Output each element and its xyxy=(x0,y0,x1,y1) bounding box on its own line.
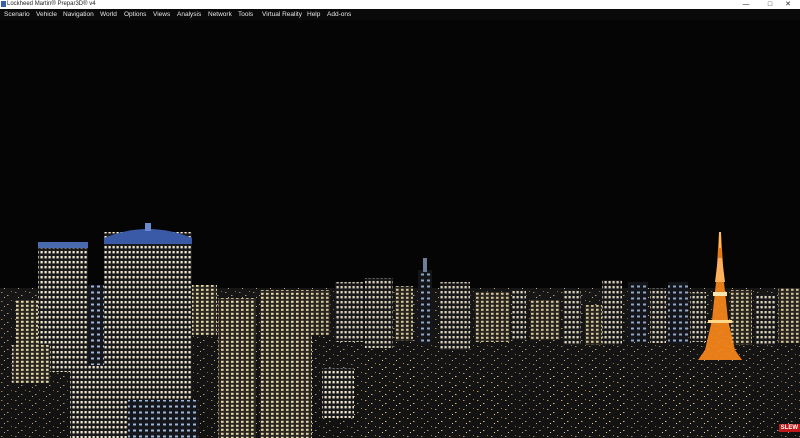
night-city-scene xyxy=(0,20,800,438)
menu-analysis[interactable]: Analysis xyxy=(177,9,201,20)
menu-options[interactable]: Options xyxy=(124,9,146,20)
lower-city-blocks xyxy=(360,360,750,438)
slew-mode-badge: SLEW xyxy=(778,424,800,432)
menu-virtual-reality[interactable]: Virtual Reality xyxy=(262,9,302,20)
menu-views[interactable]: Views xyxy=(153,9,170,20)
menu-help[interactable]: Help xyxy=(307,9,320,20)
menu-tools[interactable]: Tools xyxy=(238,9,253,20)
simulator-viewport[interactable]: SLEW xyxy=(0,20,800,438)
minimize-button[interactable]: — xyxy=(734,0,758,9)
app-window: Lockheed Martin® Prepar3D® v4 — □ ✕ Scen… xyxy=(0,0,800,438)
close-button[interactable]: ✕ xyxy=(776,0,800,9)
menu-world[interactable]: World xyxy=(100,9,117,20)
menu-bar: Scenario Vehicle Navigation World Option… xyxy=(0,9,800,20)
title-bar[interactable]: Lockheed Martin® Prepar3D® v4 — □ ✕ xyxy=(0,0,800,9)
menu-network[interactable]: Network xyxy=(208,9,232,20)
menu-navigation[interactable]: Navigation xyxy=(63,9,94,20)
window-title: Lockheed Martin® Prepar3D® v4 xyxy=(7,1,96,7)
menu-vehicle[interactable]: Vehicle xyxy=(36,9,57,20)
app-icon xyxy=(1,1,6,7)
menu-add-ons[interactable]: Add-ons xyxy=(327,9,351,20)
menu-scenario[interactable]: Scenario xyxy=(4,9,30,20)
